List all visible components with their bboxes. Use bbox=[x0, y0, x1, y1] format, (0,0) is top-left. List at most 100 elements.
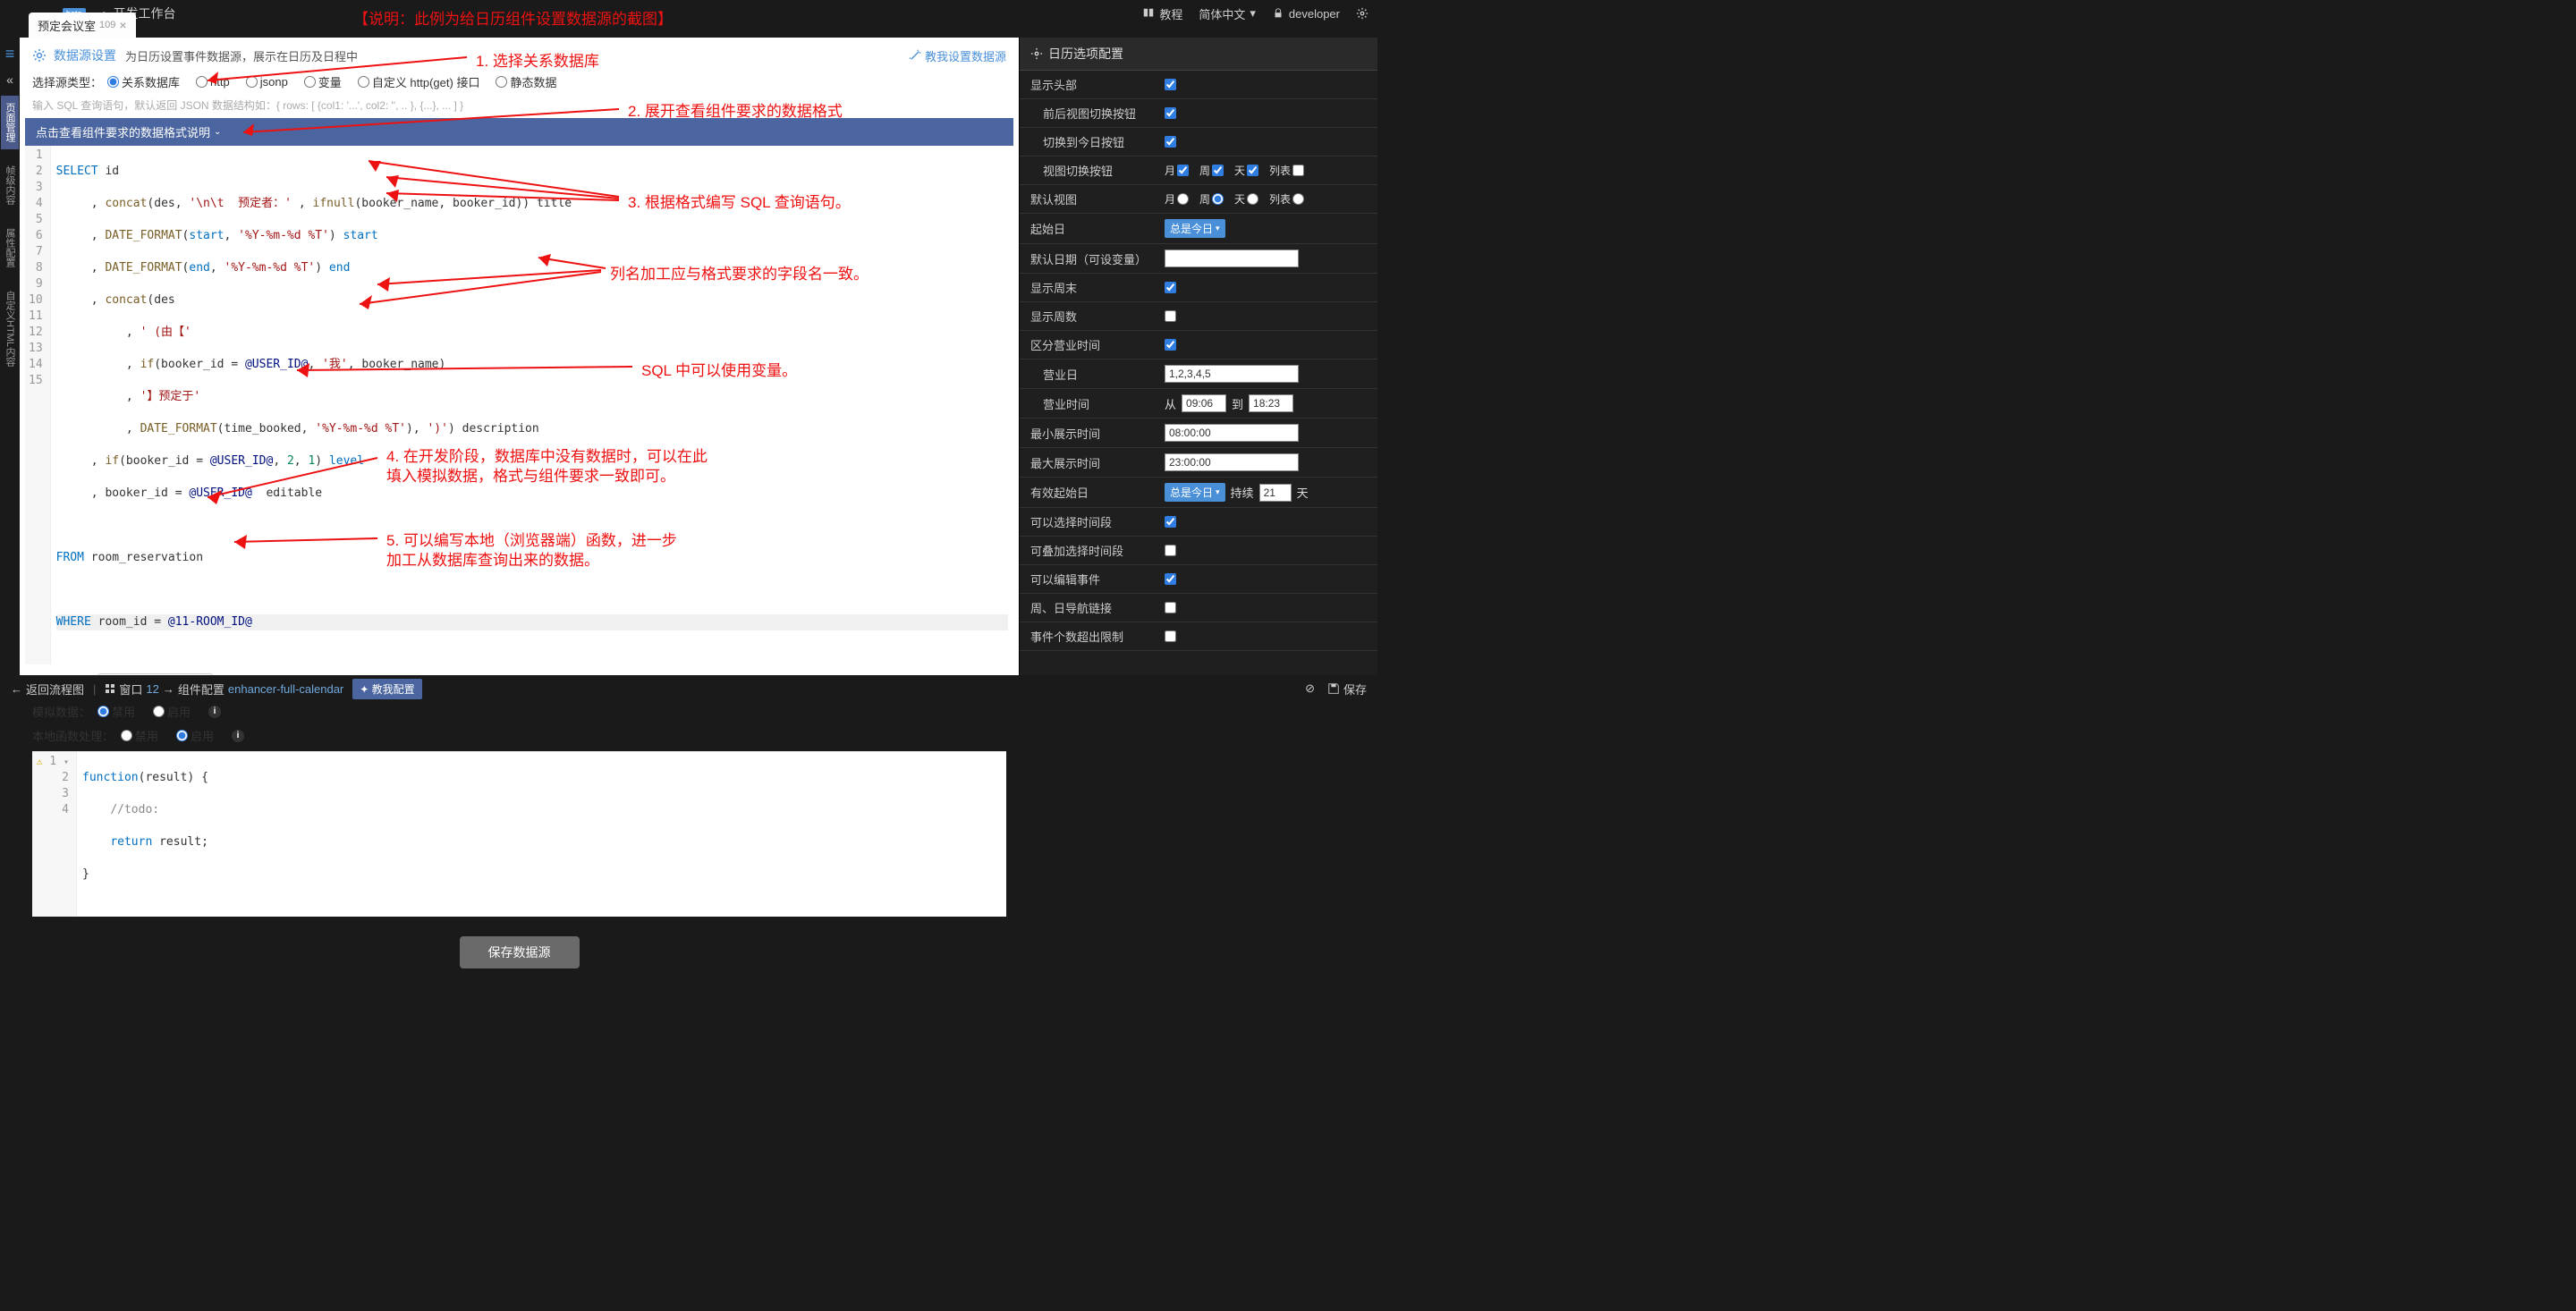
help-link-label: 教我设置数据源 bbox=[925, 47, 1006, 64]
localfn-row: 本地函数处理： 禁用 启用 i bbox=[32, 727, 1006, 744]
rp-label-weeknum: 显示周数 bbox=[1030, 308, 1165, 325]
save-button[interactable]: 保存 bbox=[1327, 681, 1367, 698]
rp-label-bizdays: 营业日 bbox=[1030, 366, 1165, 383]
help-config-button[interactable]: ✦ 教我配置 bbox=[352, 679, 421, 699]
chk-today[interactable] bbox=[1165, 136, 1176, 148]
function-editor[interactable]: ⚠ 1 ▾ 234 function(result) { //todo: ret… bbox=[32, 751, 1006, 917]
chk-overlap[interactable] bbox=[1165, 545, 1176, 556]
language-selector[interactable]: 简体中文 ▾ bbox=[1199, 5, 1256, 22]
user-menu[interactable]: developer bbox=[1272, 7, 1340, 21]
sidebar-tab-frame[interactable]: 帧级内容 bbox=[1, 158, 19, 212]
source-opt-var[interactable]: 变量 bbox=[304, 73, 342, 90]
source-opt-custom[interactable]: 自定义 http(get) 接口 bbox=[358, 73, 480, 90]
breadcrumb: 窗口 12 → 组件配置 enhancer-full-calendar bbox=[105, 681, 343, 698]
gear-icon bbox=[1030, 47, 1043, 60]
tutorial-link[interactable]: 教程 bbox=[1142, 5, 1182, 22]
grid-icon bbox=[105, 683, 115, 694]
chk-view-list[interactable] bbox=[1292, 165, 1304, 176]
crumb-component-name[interactable]: enhancer-full-calendar bbox=[228, 682, 343, 696]
chk-weekend[interactable] bbox=[1165, 282, 1176, 293]
expand-bar-label: 点击查看组件要求的数据格式说明 bbox=[36, 123, 210, 140]
source-opt-rdb[interactable]: 关系数据库 bbox=[107, 73, 180, 90]
source-opt-http[interactable]: http bbox=[196, 75, 230, 89]
gear-icon bbox=[32, 48, 47, 63]
config-title: 数据源设置 bbox=[54, 47, 116, 64]
bizfrom-input[interactable] bbox=[1182, 394, 1226, 412]
info-icon[interactable]: i bbox=[232, 730, 244, 742]
chk-view-week[interactable] bbox=[1212, 165, 1224, 176]
chk-weeknum[interactable] bbox=[1165, 310, 1176, 322]
radio-dv-month[interactable] bbox=[1177, 193, 1189, 205]
rp-label-overlap: 可叠加选择时间段 bbox=[1030, 542, 1165, 559]
rp-label-navlinks: 周、日导航链接 bbox=[1030, 599, 1165, 616]
book-icon bbox=[1142, 7, 1155, 20]
back-to-flow[interactable]: ← 返回流程图 bbox=[11, 681, 84, 698]
radio-dv-day[interactable] bbox=[1247, 193, 1258, 205]
fn-code[interactable]: function(result) { //todo: return result… bbox=[77, 752, 1006, 917]
collapse-icon[interactable]: « bbox=[6, 72, 13, 87]
chk-eventlimit[interactable] bbox=[1165, 630, 1176, 642]
chk-navlinks[interactable] bbox=[1165, 602, 1176, 613]
chk-selectable[interactable] bbox=[1165, 516, 1176, 528]
chk-show-header[interactable] bbox=[1165, 79, 1176, 90]
radio-dv-week[interactable] bbox=[1212, 193, 1224, 205]
bizdays-input[interactable] bbox=[1165, 365, 1299, 383]
rp-label-mintime: 最小展示时间 bbox=[1030, 425, 1165, 442]
help-link[interactable]: 教我设置数据源 bbox=[909, 47, 1006, 64]
menu-toggle-icon[interactable]: ≡ bbox=[5, 45, 15, 63]
opt-custom-label: 自定义 http(get) 接口 bbox=[372, 73, 480, 90]
chk-view-day[interactable] bbox=[1247, 165, 1258, 176]
tab-close-icon[interactable]: × bbox=[119, 18, 126, 32]
format-expand-bar[interactable]: 点击查看组件要求的数据格式说明 ⌄ bbox=[25, 118, 1013, 146]
tutorial-label: 教程 bbox=[1159, 5, 1182, 22]
fold-icon[interactable]: ▾ bbox=[64, 757, 69, 767]
mock-disable[interactable]: 禁用 bbox=[97, 703, 135, 720]
source-opt-static[interactable]: 静态数据 bbox=[496, 73, 556, 90]
sql-code[interactable]: SELECT id , concat(des, '\n\t 预定者：' , if… bbox=[51, 146, 1013, 664]
rp-label-today: 切换到今日按钮 bbox=[1030, 133, 1165, 150]
source-opt-jsonp[interactable]: jsonp bbox=[246, 75, 288, 89]
startday-select[interactable]: 总是今日 bbox=[1165, 219, 1225, 238]
config-subtitle: 为日历设置事件数据源，展示在日历及日程中 bbox=[125, 47, 358, 64]
rp-label-selectable: 可以选择时间段 bbox=[1030, 513, 1165, 530]
localfn-disable[interactable]: 禁用 bbox=[121, 727, 158, 744]
localfn-enable[interactable]: 启用 bbox=[176, 727, 214, 744]
duration-input[interactable] bbox=[1259, 484, 1292, 502]
sidebar-tab-page[interactable]: 页面管理 bbox=[1, 96, 19, 149]
chk-editable[interactable] bbox=[1165, 573, 1176, 585]
duration-label: 持续 bbox=[1231, 484, 1254, 501]
validstart-select[interactable]: 总是今日 bbox=[1165, 483, 1225, 502]
mock-disable-label: 禁用 bbox=[112, 703, 135, 720]
status-bar: ← 返回流程图 | 窗口 12 → 组件配置 enhancer-full-cal… bbox=[0, 675, 1377, 702]
tab-room-booking[interactable]: 预定会议室 109 × bbox=[29, 13, 136, 38]
localfn-disable-label: 禁用 bbox=[135, 727, 158, 744]
sidebar-tab-html[interactable]: 自定义HTML内容 bbox=[1, 283, 19, 374]
radio-dv-list[interactable] bbox=[1292, 193, 1304, 205]
gear-icon bbox=[1356, 7, 1368, 20]
defaultdate-input[interactable] bbox=[1165, 250, 1299, 267]
opt-day: 天 bbox=[1234, 163, 1245, 178]
mintime-input[interactable] bbox=[1165, 424, 1299, 442]
tab-label: 预定会议室 bbox=[38, 17, 96, 34]
rp-label-maxtime: 最大展示时间 bbox=[1030, 454, 1165, 471]
chk-prevnext[interactable] bbox=[1165, 107, 1176, 119]
crumb-window[interactable]: 窗口 bbox=[119, 681, 142, 698]
info-icon[interactable]: i bbox=[208, 706, 221, 718]
sql-editor[interactable]: 123456789101112131415 SELECT id , concat… bbox=[25, 146, 1013, 664]
rp-label-startday: 起始日 bbox=[1030, 220, 1165, 237]
arrow-right-icon: → bbox=[163, 682, 174, 696]
reset-button[interactable]: ⊘ bbox=[1305, 681, 1315, 696]
rp-label-weekend: 显示周末 bbox=[1030, 279, 1165, 296]
save-datasource-button[interactable]: 保存数据源 bbox=[460, 936, 580, 968]
maxtime-input[interactable] bbox=[1165, 453, 1299, 471]
sidebar-tab-props[interactable]: 属性配置 bbox=[1, 221, 19, 275]
chk-bizhour[interactable] bbox=[1165, 339, 1176, 351]
settings-button[interactable] bbox=[1356, 7, 1368, 20]
mock-label: 模拟数据： bbox=[32, 703, 90, 720]
mock-enable[interactable]: 启用 bbox=[153, 703, 191, 720]
bizto-input[interactable] bbox=[1249, 394, 1293, 412]
opt-month: 月 bbox=[1165, 163, 1175, 178]
crumb-window-num[interactable]: 12 bbox=[146, 682, 158, 696]
dv-day: 天 bbox=[1234, 191, 1245, 207]
chk-view-month[interactable] bbox=[1177, 165, 1189, 176]
